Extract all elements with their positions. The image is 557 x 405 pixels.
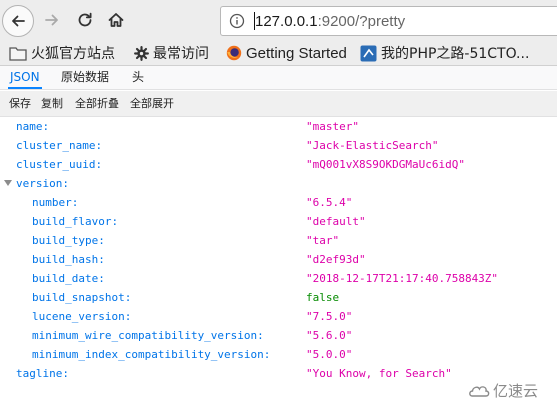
json-key: cluster_uuid: xyxy=(16,158,103,171)
url-host: 127.0.0.1 xyxy=(255,13,318,30)
json-key: build_hash: xyxy=(32,253,105,266)
save-button[interactable]: 保存 xyxy=(9,95,31,113)
json-key: build_date: xyxy=(32,272,105,285)
json-viewer-tabs: JSON 原始数据 头 xyxy=(0,66,557,90)
forward-button[interactable] xyxy=(41,9,63,31)
json-value: "7.5.0" xyxy=(306,310,353,323)
json-value: "d2ef93d" xyxy=(306,253,366,266)
tab-headers[interactable]: 头 xyxy=(132,66,144,89)
json-tree: name: "master" cluster_name: "Jack-Elast… xyxy=(0,117,557,387)
json-value: "master" xyxy=(306,120,359,133)
bookmark-label: 最常访问 xyxy=(153,46,209,62)
json-value: "You Know, for Search" xyxy=(306,367,452,380)
collapse-all-button[interactable]: 全部折叠 xyxy=(75,95,119,113)
json-row-build-type[interactable]: build_type: "tar" xyxy=(0,231,557,250)
gear-icon xyxy=(134,45,149,61)
bookmark-label: 火狐官方站点 xyxy=(31,46,115,62)
tab-json[interactable]: JSON xyxy=(8,66,42,89)
tab-raw-data[interactable]: 原始数据 xyxy=(61,66,109,89)
json-key: name: xyxy=(16,120,50,133)
expand-toggle-icon[interactable] xyxy=(4,180,12,186)
json-row-number[interactable]: number: "6.5.4" xyxy=(0,193,557,212)
home-button[interactable] xyxy=(105,9,127,31)
json-row-build-snapshot[interactable]: build_snapshot: false xyxy=(0,288,557,307)
json-key: cluster_name: xyxy=(16,139,103,152)
json-key: minimum_wire_compatibility_version: xyxy=(32,329,264,342)
copy-button[interactable]: 复制 xyxy=(41,95,63,113)
folder-icon xyxy=(9,46,27,61)
cloud-logo-icon xyxy=(469,385,490,397)
expand-all-button[interactable]: 全部展开 xyxy=(130,95,174,113)
json-toolbar: 保存 复制 全部折叠 全部展开 xyxy=(0,91,557,117)
bookmark-getting-started[interactable]: Getting Started xyxy=(226,43,347,63)
json-value: false xyxy=(306,291,340,304)
json-row-cluster-uuid[interactable]: cluster_uuid: "mQ001vX8S9OKDGMaUc6idQ" xyxy=(0,155,557,174)
json-value: "tar" xyxy=(306,234,340,247)
json-row-cluster-name[interactable]: cluster_name: "Jack-ElasticSearch" xyxy=(0,136,557,155)
json-row-lucene-version[interactable]: lucene_version: "7.5.0" xyxy=(0,307,557,326)
json-value: "6.5.4" xyxy=(306,196,353,209)
navigation-toolbar: 127.0.0.1:9200/?pretty xyxy=(0,0,557,40)
bookmark-firefox-official[interactable]: 火狐官方站点 xyxy=(9,43,115,63)
bookmark-php-51cto[interactable]: 我的PHP之路-51CTO... xyxy=(360,43,529,63)
json-key: minimum_index_compatibility_version: xyxy=(32,348,271,361)
json-key: version: xyxy=(16,177,69,190)
watermark: 亿速云 xyxy=(468,380,538,401)
json-key: build_type: xyxy=(32,234,105,247)
json-row-build-flavor[interactable]: build_flavor: "default" xyxy=(0,212,557,231)
json-row-min-wire-version[interactable]: minimum_wire_compatibility_version: "5.6… xyxy=(0,326,557,345)
json-key: tagline: xyxy=(16,367,69,380)
url-path: :9200/?pretty xyxy=(317,13,406,30)
back-arrow-icon xyxy=(12,15,25,27)
reload-button[interactable] xyxy=(74,9,96,31)
json-value: "default" xyxy=(306,215,366,228)
site-favicon-icon xyxy=(360,45,377,61)
info-icon[interactable] xyxy=(229,13,245,29)
url-text[interactable]: 127.0.0.1:9200/?pretty xyxy=(255,13,405,30)
bookmark-most-visited[interactable]: 最常访问 xyxy=(134,43,209,63)
json-row-version[interactable]: version: xyxy=(0,174,557,193)
json-value: "5.0.0" xyxy=(306,348,353,361)
back-button[interactable] xyxy=(2,5,34,37)
forward-arrow-icon xyxy=(45,14,58,26)
json-value: "5.6.0" xyxy=(306,329,353,342)
json-value: "2018-12-17T21:17:40.758843Z" xyxy=(306,272,499,285)
url-bar[interactable]: 127.0.0.1:9200/?pretty xyxy=(220,6,557,36)
json-row-build-hash[interactable]: build_hash: "d2ef93d" xyxy=(0,250,557,269)
json-value: "mQ001vX8S9OKDGMaUc6idQ" xyxy=(306,158,465,171)
json-row-build-date[interactable]: build_date: "2018-12-17T21:17:40.758843Z… xyxy=(0,269,557,288)
json-key: build_snapshot: xyxy=(32,291,132,304)
watermark-text: 亿速云 xyxy=(493,382,539,400)
json-row-min-index-version[interactable]: minimum_index_compatibility_version: "5.… xyxy=(0,345,557,364)
json-key: number: xyxy=(32,196,79,209)
home-icon xyxy=(108,13,124,27)
json-row-name[interactable]: name: "master" xyxy=(0,117,557,136)
json-key: lucene_version: xyxy=(32,310,132,323)
bookmarks-toolbar: 火狐官方站点 最常访问 Getting Started 我的PHP之路-51CT… xyxy=(0,40,557,66)
bookmark-label: 我的PHP之路-51CTO... xyxy=(381,46,530,62)
firefox-icon xyxy=(226,45,242,61)
reload-icon xyxy=(78,12,92,27)
json-value: "Jack-ElasticSearch" xyxy=(306,139,439,152)
json-key: build_flavor: xyxy=(32,215,119,228)
bookmark-label: Getting Started xyxy=(246,44,347,62)
